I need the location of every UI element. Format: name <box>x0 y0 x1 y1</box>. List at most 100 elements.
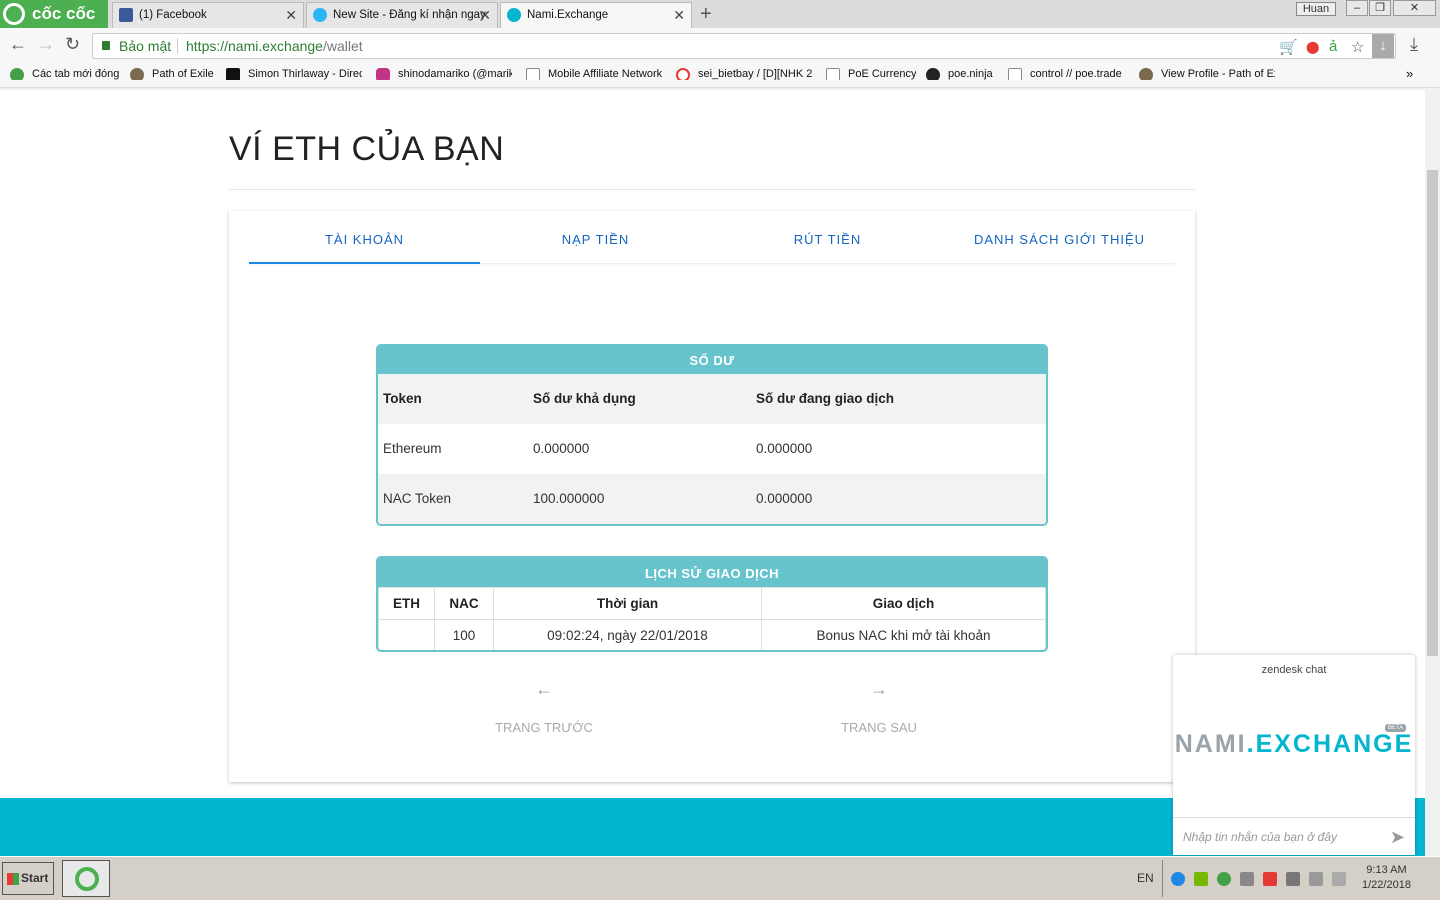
address-bar[interactable]: Bảo mật https://nami.exchange/wallet 🛒 ⬤… <box>92 33 1396 59</box>
bookmark-item[interactable]: Path of Exile <box>130 68 216 80</box>
tab-deposit[interactable]: NẠP TIỀN <box>480 211 711 264</box>
bookmark-item[interactable]: PoE Currency <box>826 68 916 80</box>
adblock-icon[interactable]: ⬤ <box>1306 40 1319 54</box>
close-tab-icon[interactable]: ✕ <box>673 3 685 27</box>
bookmark-item[interactable]: control // poe.trade <box>1008 68 1130 80</box>
next-page-label: TRANG SAU <box>841 720 917 735</box>
cart-icon[interactable]: 🛒 <box>1279 38 1298 56</box>
url-text[interactable]: https://nami.exchange/wallet <box>186 38 363 54</box>
start-button[interactable]: Start <box>2 862 54 895</box>
poe-icon <box>1139 68 1153 80</box>
browser-tab-active[interactable]: Nami.Exchange ✕ <box>500 2 692 28</box>
lock-icon <box>102 41 110 50</box>
available-balance: 100.000000 <box>533 491 605 506</box>
bookmark-item[interactable]: Mobile Affiliate Network <box>526 68 662 80</box>
minimize-icon[interactable]: – <box>1346 0 1368 16</box>
language-indicator[interactable]: EN <box>1137 871 1154 885</box>
token-name: Ethereum <box>383 441 442 456</box>
table-row: NAC Token 100.000000 0.000000 <box>378 474 1046 524</box>
divider <box>177 38 178 54</box>
bookmark-item[interactable]: Các tab mới đóng <box>10 68 120 80</box>
page-icon <box>826 68 840 80</box>
chat-widget: zendesk chat NAMI.EXCHANGE BETA Nhập tin… <box>1173 655 1415 855</box>
user-profile-button[interactable]: Huan <box>1296 2 1336 16</box>
tab-account[interactable]: TÀI KHOẢN <box>249 211 480 264</box>
browser-tab[interactable]: New Site - Đăng kí nhận ngay ✕ <box>306 2 498 28</box>
browser-logo[interactable]: cốc cốc <box>0 0 108 28</box>
table-header-row: ETH NAC Thời gian Giao dịch <box>378 587 1046 620</box>
bookmark-item[interactable]: sei_bietbay / [D][NHK 2 <box>676 68 812 80</box>
prev-page-label: TRANG TRƯỚC <box>495 720 593 735</box>
coccoc-icon <box>75 867 99 891</box>
speaker-icon[interactable] <box>1332 872 1346 886</box>
chat-title: zendesk chat <box>1261 664 1327 676</box>
site-icon <box>313 8 327 22</box>
new-tab-button[interactable]: + <box>700 3 712 25</box>
recent-icon <box>10 68 24 80</box>
available-balance: 0.000000 <box>533 441 590 456</box>
close-window-icon[interactable]: ✕ <box>1393 0 1436 16</box>
restore-icon[interactable]: ❐ <box>1369 0 1391 16</box>
scrollbar-thumb[interactable] <box>1427 170 1438 656</box>
nvidia-icon[interactable] <box>1194 872 1208 886</box>
back-icon[interactable]: ← <box>9 34 27 55</box>
chat-input[interactable]: Nhập tin nhắn của bạn ở đây ➤ <box>1173 817 1415 855</box>
bookmark-item[interactable]: shinodamariko (@mariko <box>376 68 512 80</box>
browser-window: cốc cốc (1) Facebook ✕ New Site - Đăng kí… <box>0 0 1440 90</box>
download-arrow-icon[interactable]: ↓ <box>1372 34 1394 58</box>
antivirus-icon[interactable] <box>1263 872 1277 886</box>
flag-icon[interactable] <box>1286 872 1300 886</box>
close-tab-icon[interactable]: ✕ <box>285 3 297 27</box>
clock[interactable]: 9:13 AM 1/22/2018 <box>1362 863 1411 893</box>
balance-heading: SỐ DƯ <box>378 346 1046 374</box>
windows-icon <box>7 873 19 885</box>
column-header: Giao dịch <box>761 587 1046 620</box>
column-header: Thời gian <box>493 587 762 620</box>
browser-tab[interactable]: (1) Facebook ✕ <box>112 2 304 28</box>
facebook-icon <box>119 8 133 22</box>
teamviewer-icon[interactable] <box>1171 872 1185 886</box>
time-cell: 09:02:24, ngày 22/01/2018 <box>493 619 762 650</box>
prev-page-button[interactable]: ← TRANG TRƯỚC <box>474 679 614 735</box>
beta-badge: BETA <box>1385 724 1407 732</box>
forward-icon[interactable]: → <box>37 34 55 55</box>
table-row: 100 09:02:24, ngày 22/01/2018 Bonus NAC … <box>378 619 1046 650</box>
table-header-row: Token Số dư khả dụng Số dư đang giao dịc… <box>378 374 1046 424</box>
bookmark-star-icon[interactable]: ☆ <box>1351 38 1364 56</box>
next-page-button[interactable]: → TRANG SAU <box>809 679 949 735</box>
download-icon[interactable]: ⤓ <box>1410 34 1418 55</box>
tab-referrals[interactable]: DANH SÁCH GIỚI THIỆU <box>944 211 1175 264</box>
spiral-icon <box>676 68 690 80</box>
wallet-card: TÀI KHOẢN NẠP TIỀN RÚT TIỀN DANH SÁCH GI… <box>229 211 1195 782</box>
taskbar-app-coccoc[interactable] <box>62 860 110 897</box>
send-icon[interactable]: ➤ <box>1390 818 1405 856</box>
token-name: NAC Token <box>383 491 452 506</box>
vietnamese-input-icon[interactable]: ả <box>1329 38 1337 55</box>
page-icon <box>526 68 540 80</box>
history-panel: LỊCH SỬ GIAO DỊCH ETH NAC Thời gian Giao… <box>376 556 1048 652</box>
reload-icon[interactable]: ↻ <box>65 34 80 55</box>
divider <box>229 189 1195 190</box>
taskbar: Start EN 9:13 AM 1/22/2018 <box>0 856 1440 900</box>
bookmark-item[interactable]: Simon Thirlaway - Direct <box>226 68 362 80</box>
network-globe-icon[interactable] <box>1217 872 1231 886</box>
pending-balance: 0.000000 <box>756 491 813 506</box>
close-tab-icon[interactable]: ✕ <box>479 3 491 27</box>
bookmark-item[interactable]: View Profile - Path of Ex <box>1139 68 1275 80</box>
page-icon <box>1008 68 1022 80</box>
coccoc-icon <box>3 3 25 25</box>
s-icon <box>226 68 240 80</box>
instagram-icon <box>376 68 390 80</box>
bookmarks-more-button[interactable]: » <box>1406 66 1426 81</box>
bookmark-item[interactable]: poe.ninja <box>926 68 998 80</box>
arrow-right-icon: → <box>870 679 888 699</box>
pending-balance: 0.000000 <box>756 441 813 456</box>
tab-withdraw[interactable]: RÚT TIỀN <box>712 211 943 264</box>
column-header: ETH <box>378 587 435 620</box>
volume-icon[interactable] <box>1240 872 1254 886</box>
tab-strip: cốc cốc (1) Facebook ✕ New Site - Đăng kí… <box>0 0 1440 28</box>
history-heading: LỊCH SỬ GIAO DỊCH <box>378 558 1046 587</box>
network-icon[interactable] <box>1309 872 1323 886</box>
ninja-icon <box>926 68 940 80</box>
column-header: NAC <box>434 587 494 620</box>
